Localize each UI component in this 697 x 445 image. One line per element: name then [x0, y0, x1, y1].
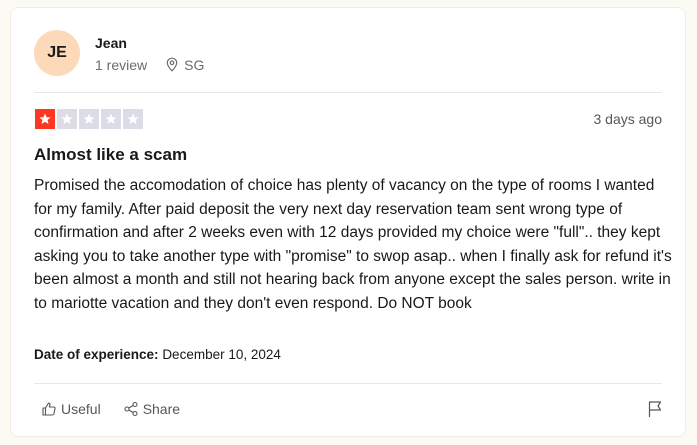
share-label: Share: [142, 401, 181, 417]
review-card: JE Jean 1 review SG 3 days ago Almost li…: [10, 7, 686, 437]
experience-label: Date of experience:: [34, 347, 159, 362]
report-flag-button[interactable]: [647, 400, 663, 423]
review-title[interactable]: Almost like a scam: [34, 145, 187, 165]
reviewer-meta: 1 review SG: [95, 57, 204, 73]
divider: [34, 92, 662, 93]
review-count: 1 review: [95, 56, 148, 73]
useful-button[interactable]: Useful: [41, 401, 101, 417]
date-of-experience: Date of experience: December 10, 2024: [34, 347, 281, 362]
avatar[interactable]: JE: [34, 30, 80, 76]
reviewer-header: JE Jean 1 review SG: [34, 30, 204, 76]
experience-date: December 10, 2024: [162, 347, 281, 362]
share-button[interactable]: Share: [123, 401, 180, 417]
reviewer-name[interactable]: Jean: [95, 34, 204, 52]
star-icon: [79, 109, 99, 129]
useful-label: Useful: [61, 401, 101, 417]
review-date: 3 days ago: [593, 111, 663, 127]
review-actions: Useful Share: [41, 401, 202, 417]
star-icon: [35, 109, 55, 129]
star-rating: [35, 109, 143, 129]
star-icon: [123, 109, 143, 129]
divider: [34, 383, 662, 384]
thumbs-up-icon: [42, 402, 56, 416]
review-body: Promised the accomodation of choice has …: [34, 177, 672, 312]
flag-icon: [648, 401, 662, 417]
location-pin-icon: [166, 57, 178, 72]
star-icon: [57, 109, 77, 129]
share-icon: [124, 401, 138, 417]
location-label: SG: [184, 56, 205, 73]
star-icon: [101, 109, 121, 129]
reviewer-location: SG: [165, 57, 204, 73]
reviewer-info: Jean 1 review SG: [95, 34, 204, 73]
